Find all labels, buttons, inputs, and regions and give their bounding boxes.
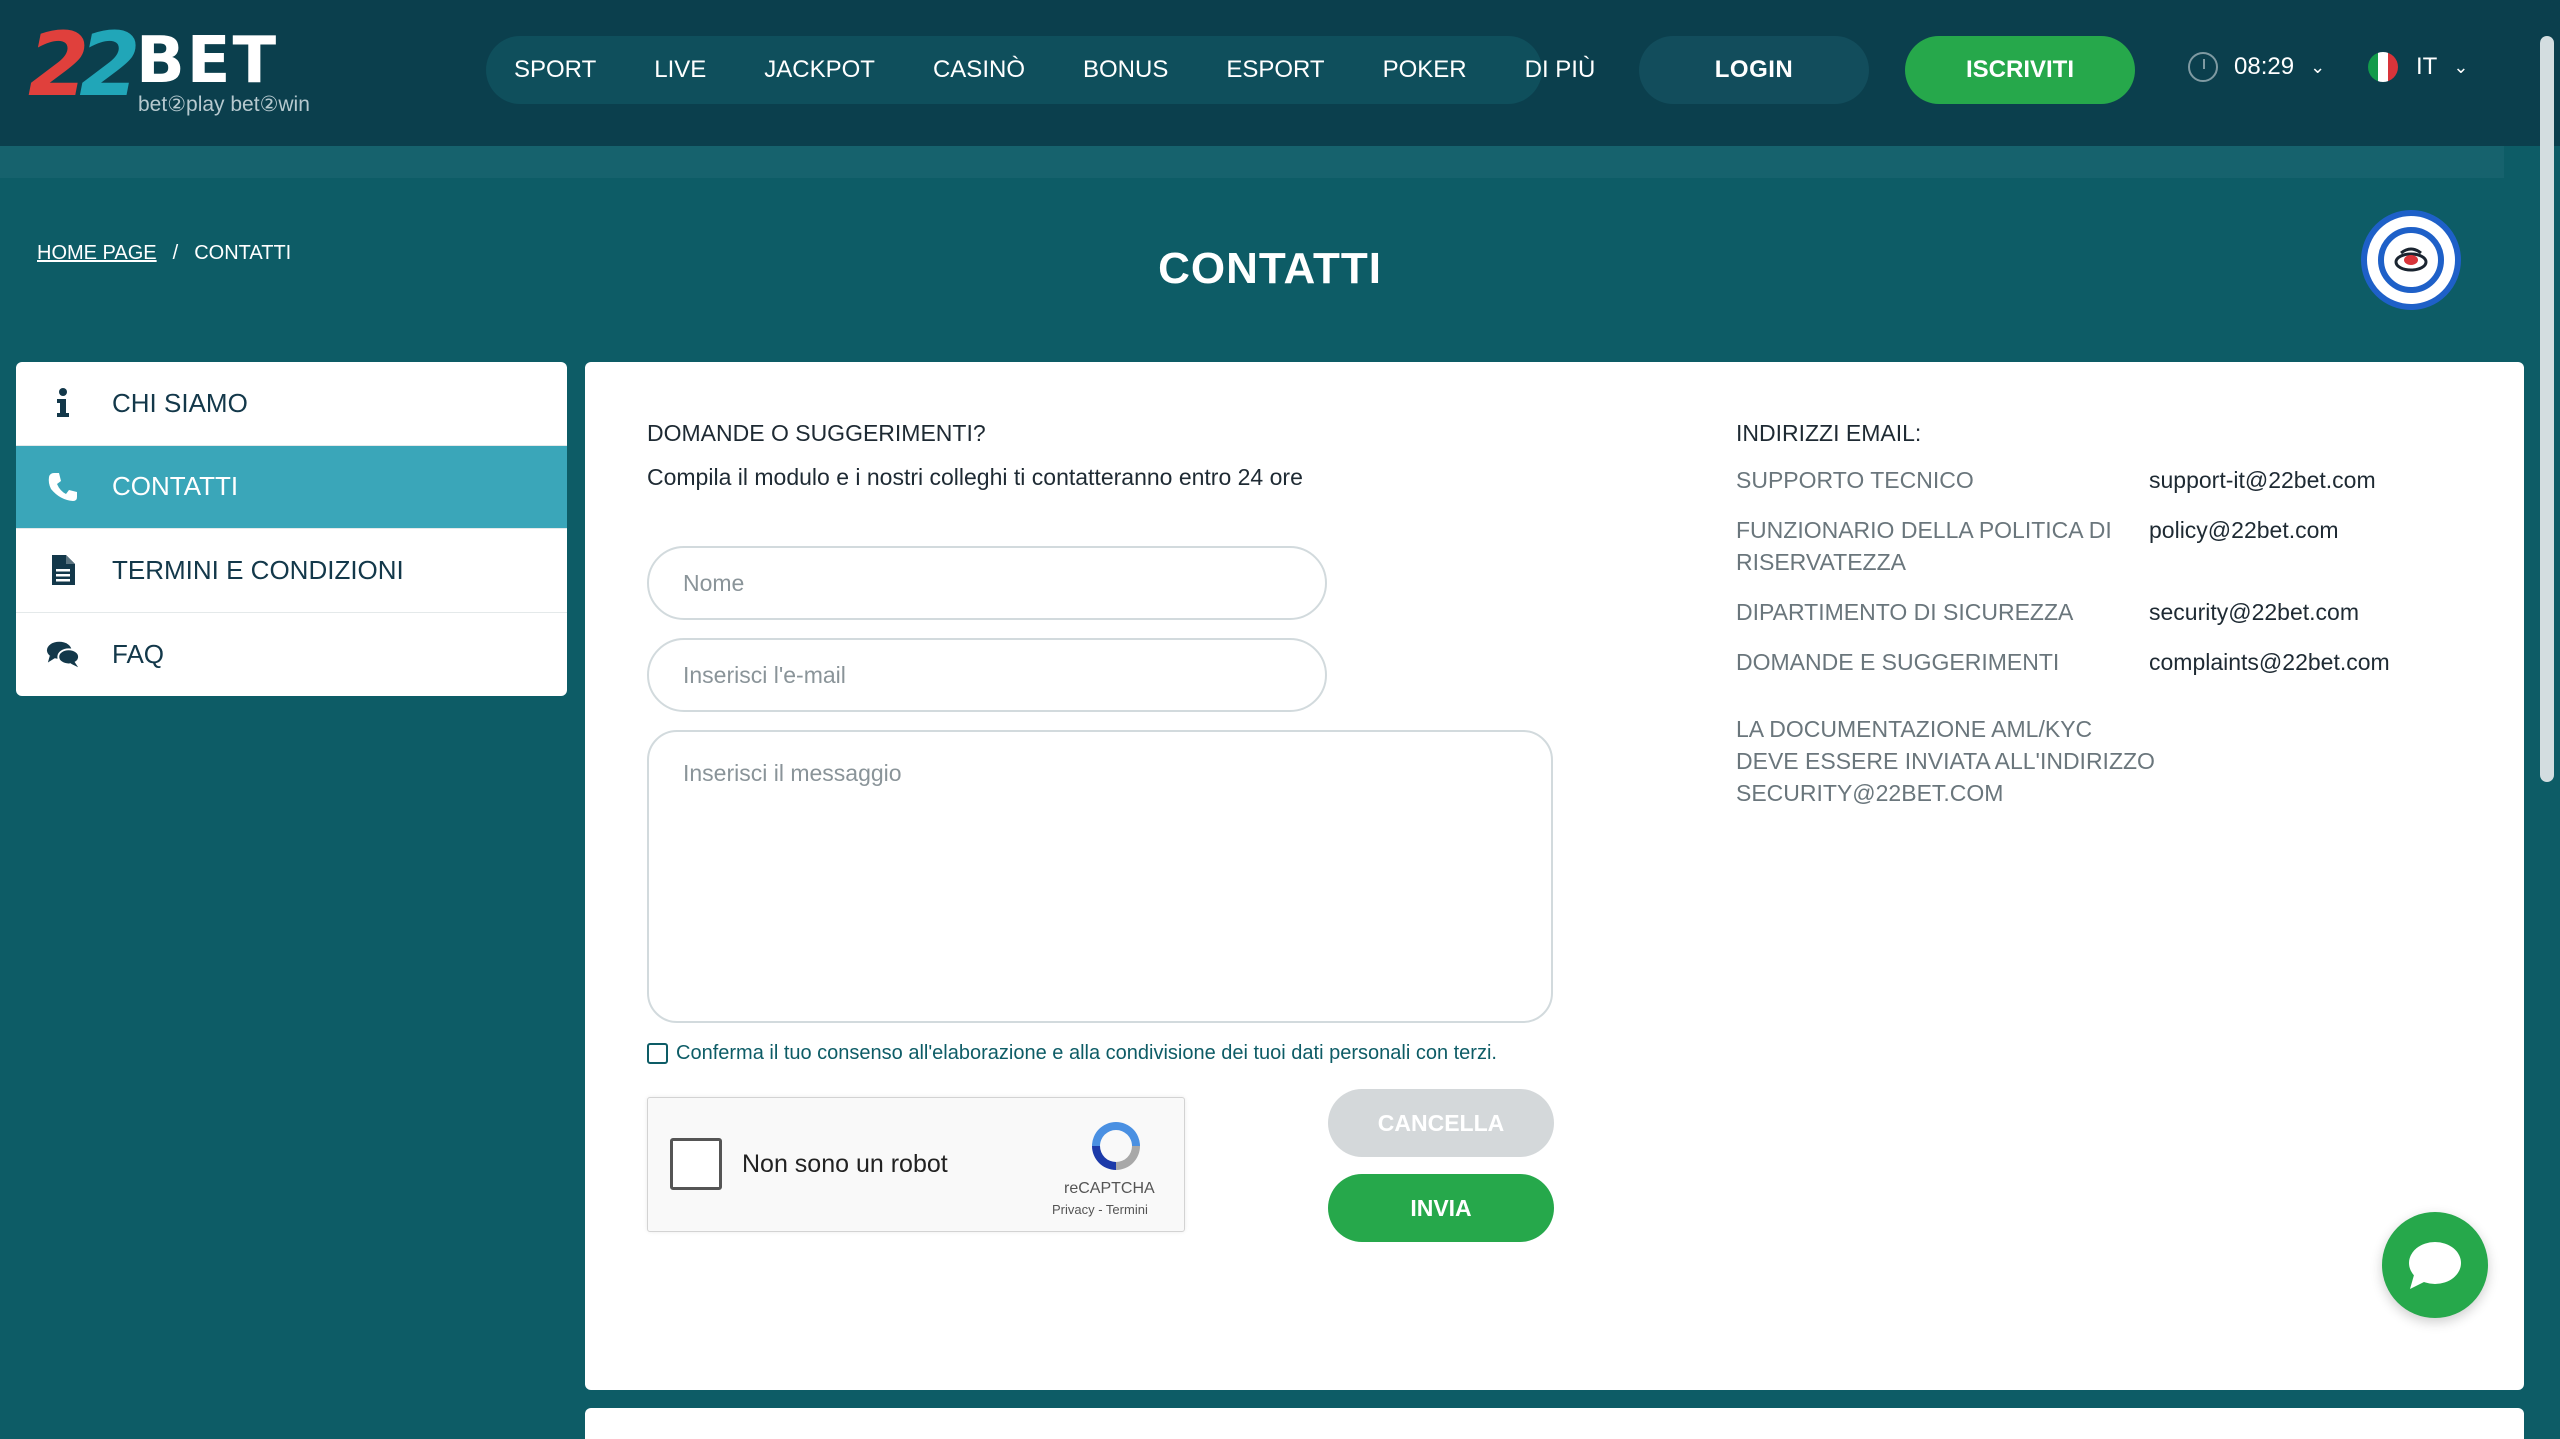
nav-item-poker[interactable]: POKER	[1383, 56, 1467, 84]
site-logo[interactable]: 22 BET bet②play bet②win	[28, 20, 348, 120]
nav-item-bonus[interactable]: BONUS	[1083, 56, 1168, 84]
live-chat-button[interactable]	[2382, 1212, 2488, 1318]
recaptcha-links[interactable]: Privacy - Termini	[1052, 1202, 1148, 1217]
recaptcha-logo-icon	[1092, 1122, 1140, 1170]
main-nav: SPORT LIVE JACKPOT CASINÒ BONUS ESPORT P…	[486, 36, 1595, 104]
header-subbar	[0, 146, 2504, 178]
nav-item-sport[interactable]: SPORT	[514, 56, 596, 84]
consent-row: Conferma il tuo consenso all'elaborazion…	[647, 1042, 1497, 1065]
recaptcha-widget: Non sono un robot reCAPTCHA Privacy - Te…	[647, 1097, 1185, 1232]
chat-bubbles-icon	[46, 637, 80, 671]
logo-wordmark: BET	[136, 24, 279, 98]
chevron-down-icon: ⌄	[2453, 56, 2469, 77]
contact-panel: DOMANDE O SUGGERIMENTI? Compila il modul…	[585, 362, 2524, 1390]
message-textarea[interactable]	[647, 730, 1553, 1023]
nav-item-live[interactable]: LIVE	[654, 56, 706, 84]
form-heading: DOMANDE O SUGGERIMENTI?	[647, 420, 986, 446]
lower-panel	[585, 1408, 2524, 1439]
sidebar-item-label: CHI SIAMO	[112, 387, 248, 418]
recaptcha-checkbox[interactable]	[670, 1138, 722, 1190]
language-code: IT	[2416, 53, 2438, 80]
email-value[interactable]: policy@22bet.com	[2149, 514, 2339, 546]
sidebar-item-faq[interactable]: FAQ	[16, 613, 567, 697]
live-chat-icon	[2409, 1242, 2461, 1289]
info-icon	[46, 386, 80, 420]
badge-symbol	[2394, 247, 2428, 272]
sidebar-item-contatti[interactable]: CONTATTI	[16, 445, 567, 529]
sidebar-item-label: CONTATTI	[112, 471, 239, 502]
clock-icon	[2188, 52, 2218, 82]
login-button[interactable]: LOGIN	[1639, 36, 1869, 104]
nav-item-esport[interactable]: ESPORT	[1226, 56, 1324, 84]
email-label: FUNZIONARIO DELLA POLITICA DI RISERVATEZ…	[1736, 517, 2112, 575]
emails-heading: INDIRIZZI EMAIL:	[1736, 420, 1922, 446]
cancel-button[interactable]: CANCELLA	[1328, 1089, 1554, 1157]
email-value[interactable]: support-it@22bet.com	[2149, 464, 2376, 496]
logo-mark: 22	[28, 13, 141, 116]
email-input[interactable]	[647, 638, 1327, 712]
sidebar-item-chi-siamo[interactable]: CHI SIAMO	[16, 362, 567, 446]
aml-kyc-note: LA DOCUMENTAZIONE AML/KYC DEVE ESSERE IN…	[1736, 716, 2155, 806]
badge-inner-ring	[2378, 227, 2444, 293]
sidebar-item-label: FAQ	[112, 638, 165, 669]
italy-flag-icon	[2368, 52, 2398, 82]
consent-checkbox[interactable]	[647, 1043, 668, 1064]
time-selector[interactable]: 08:29 ⌄	[2188, 52, 2325, 82]
sidebar-item-label: TERMINI E CONDIZIONI	[112, 554, 404, 585]
logo-tagline: bet②play bet②win	[138, 93, 310, 116]
name-input[interactable]	[647, 546, 1327, 620]
register-button[interactable]: ISCRIVITI	[1905, 36, 2135, 104]
page-scrollbar[interactable]	[2540, 36, 2554, 782]
email-value[interactable]: complaints@22bet.com	[2149, 646, 2390, 678]
time-value: 08:29	[2234, 53, 2295, 80]
phone-icon	[46, 470, 80, 504]
language-selector[interactable]: IT ⌄	[2368, 52, 2468, 82]
email-value[interactable]: security@22bet.com	[2149, 596, 2359, 628]
send-button[interactable]: INVIA	[1328, 1174, 1554, 1242]
email-label: DOMANDE E SUGGERIMENTI	[1736, 649, 2060, 675]
chevron-down-icon: ⌄	[2310, 56, 2326, 77]
info-sidebar: CHI SIAMO CONTATTI TERMINI E CONDIZIONI	[16, 362, 567, 696]
nav-item-casino[interactable]: CASINÒ	[933, 56, 1025, 84]
sidebar-item-termini[interactable]: TERMINI E CONDIZIONI	[16, 529, 567, 613]
top-header: 22 BET bet②play bet②win SPORT LIVE JACKP…	[0, 0, 2560, 146]
recaptcha-brand: reCAPTCHA	[1064, 1180, 1155, 1197]
nav-item-more[interactable]: DI PIÙ	[1525, 56, 1596, 84]
consent-label[interactable]: Conferma il tuo consenso all'elaborazion…	[676, 1042, 1497, 1065]
page-title: CONTATTI	[1158, 244, 1382, 293]
email-label: DIPARTIMENTO DI SICUREZZA	[1736, 599, 2074, 625]
recaptcha-label: Non sono un robot	[742, 1150, 948, 1178]
form-subtitle: Compila il modulo e i nostri colleghi ti…	[647, 464, 1303, 490]
document-icon	[46, 553, 80, 587]
18-plus-badge-icon[interactable]	[2361, 210, 2461, 310]
nav-item-jackpot[interactable]: JACKPOT	[764, 56, 875, 84]
email-label: SUPPORTO TECNICO	[1736, 467, 1974, 493]
